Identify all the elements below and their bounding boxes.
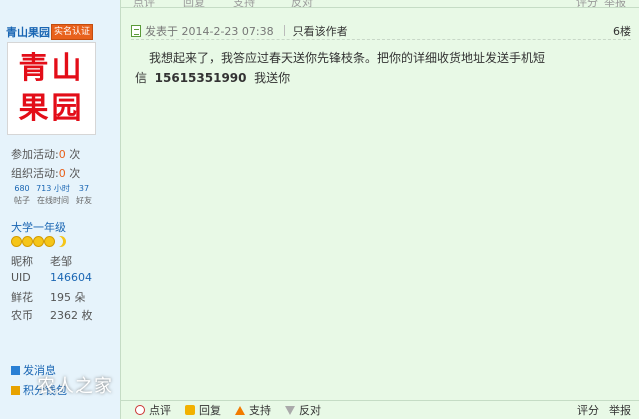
stat-online-label: 在线时间 bbox=[37, 196, 69, 205]
info-coins-value: 2362 枚 bbox=[50, 309, 93, 322]
support-button[interactable]: 支持 bbox=[235, 402, 271, 418]
post-header: 发表于 2014-2-23 07:38 只看该作者 6楼 bbox=[131, 22, 631, 40]
prev-rate[interactable]: 评分 bbox=[576, 0, 598, 7]
stat-friends[interactable]: 37 好友 bbox=[70, 183, 98, 207]
post-text-prefix: 信 bbox=[135, 71, 148, 85]
support-label: 支持 bbox=[249, 404, 271, 417]
info-coins-key: 农币 bbox=[11, 309, 33, 322]
stat-posts-label: 帖子 bbox=[14, 196, 30, 205]
previous-post-actions: 点评 回复 支持 反对 评分 举报 bbox=[121, 0, 639, 8]
activity-org-unit: 次 bbox=[69, 167, 81, 180]
activity-join-count: 0 bbox=[58, 148, 66, 161]
comment-button[interactable]: 点评 bbox=[135, 402, 171, 418]
prev-comment[interactable]: 点评 bbox=[133, 0, 155, 7]
sun-icon bbox=[22, 236, 33, 247]
activity-org: 组织活动:0 次 bbox=[11, 165, 80, 181]
prev-report[interactable]: 举报 bbox=[604, 0, 626, 7]
info-uid-value[interactable]: 146604 bbox=[50, 271, 92, 284]
sun-icon bbox=[44, 236, 55, 247]
oppose-label: 反对 bbox=[299, 404, 321, 417]
activity-org-label: 组织活动: bbox=[11, 167, 59, 180]
activity-join-unit: 次 bbox=[69, 148, 81, 161]
only-author-link[interactable]: 只看该作者 bbox=[293, 23, 348, 39]
verified-badge[interactable]: 实名认证 bbox=[51, 24, 94, 40]
thumbs-up-arrow-icon bbox=[235, 405, 245, 415]
activity-org-count: 0 bbox=[58, 167, 66, 180]
post-text-line2: 信 15615351990 我送你 bbox=[135, 68, 565, 88]
reply-icon bbox=[185, 405, 195, 415]
info-nickname-value: 老邹 bbox=[50, 255, 72, 268]
oppose-button[interactable]: 反对 bbox=[285, 402, 321, 418]
sun-icon bbox=[33, 236, 44, 247]
info-nickname-key: 昵称 bbox=[11, 255, 33, 268]
moon-icon bbox=[55, 236, 66, 247]
divider bbox=[283, 25, 285, 36]
info-flowers-value: 195 朵 bbox=[50, 291, 86, 304]
sun-icon bbox=[11, 236, 22, 247]
prev-support[interactable]: 支持 bbox=[233, 0, 255, 7]
reply-label: 回复 bbox=[199, 404, 221, 417]
avatar-text-line2: 果园 bbox=[18, 90, 85, 126]
info-coins: 农币 2362 枚 bbox=[11, 307, 93, 323]
reply-button[interactable]: 回复 bbox=[185, 402, 221, 418]
floor-number[interactable]: 6楼 bbox=[613, 23, 631, 39]
post-text-line1: 我想起来了，我答应过春天送你先锋枝条。把你的详细收货地址发送手机短 bbox=[149, 51, 546, 65]
info-flowers-key: 鲜花 bbox=[11, 291, 33, 304]
post-main: 点评 回复 支持 反对 评分 举报 发表于 2014-2-23 07:38 只看… bbox=[121, 0, 639, 419]
comment-icon bbox=[135, 405, 145, 415]
stat-online[interactable]: 713 小时 在线时间 bbox=[36, 183, 70, 207]
user-level[interactable]: 大学一年级 bbox=[11, 219, 66, 235]
avatar-text-line1: 青山 bbox=[18, 50, 85, 86]
stat-posts[interactable]: 680 帖子 bbox=[8, 183, 36, 207]
post-actions: 点评 回复 支持 反对 评分 举报 bbox=[121, 400, 639, 419]
report-button[interactable]: 举报 bbox=[609, 402, 631, 418]
prev-reply[interactable]: 回复 bbox=[183, 0, 205, 7]
stat-posts-value: 680 bbox=[14, 184, 30, 193]
document-icon bbox=[131, 24, 141, 37]
info-flowers: 鲜花 195 朵 bbox=[11, 289, 86, 305]
watermark: 农人之家 bbox=[37, 376, 113, 397]
thumbs-down-arrow-icon bbox=[285, 405, 295, 415]
level-stars-icon bbox=[11, 236, 66, 247]
prev-oppose[interactable]: 反对 bbox=[291, 0, 313, 7]
info-nickname: 昵称 老邹 bbox=[11, 253, 72, 269]
rate-button[interactable]: 评分 bbox=[577, 402, 599, 418]
post-timestamp: 发表于 2014-2-23 07:38 bbox=[145, 24, 274, 38]
post-content: 我想起来了，我答应过春天送你先锋枝条。把你的详细收货地址发送手机短 信 1561… bbox=[135, 48, 565, 88]
message-icon bbox=[11, 365, 20, 375]
username-link[interactable]: 青山果园 bbox=[6, 24, 50, 40]
activity-join-label: 参加活动: bbox=[11, 148, 59, 161]
info-uid: UID 146604 bbox=[11, 271, 92, 284]
wallet-icon bbox=[11, 385, 20, 395]
comment-label: 点评 bbox=[149, 404, 171, 417]
user-header: 青山果园 实名认证 bbox=[6, 24, 94, 40]
stat-online-value: 713 小时 bbox=[36, 184, 70, 193]
user-stats: 680 帖子 713 小时 在线时间 37 好友 bbox=[8, 183, 98, 207]
avatar[interactable]: 青山 果园 bbox=[7, 42, 96, 135]
activity-join: 参加活动:0 次 bbox=[11, 146, 80, 162]
info-uid-key: UID bbox=[11, 271, 31, 284]
right-actions: 评分 举报 bbox=[577, 402, 631, 418]
post-text-suffix: 我送你 bbox=[254, 71, 291, 85]
stat-friends-label: 好友 bbox=[76, 196, 92, 205]
stat-friends-value: 37 bbox=[78, 184, 90, 193]
phone-number: 15615351990 bbox=[154, 71, 247, 85]
user-sidebar: 青山果园 实名认证 青山 果园 参加活动:0 次 组织活动:0 次 680 帖子… bbox=[0, 0, 121, 419]
